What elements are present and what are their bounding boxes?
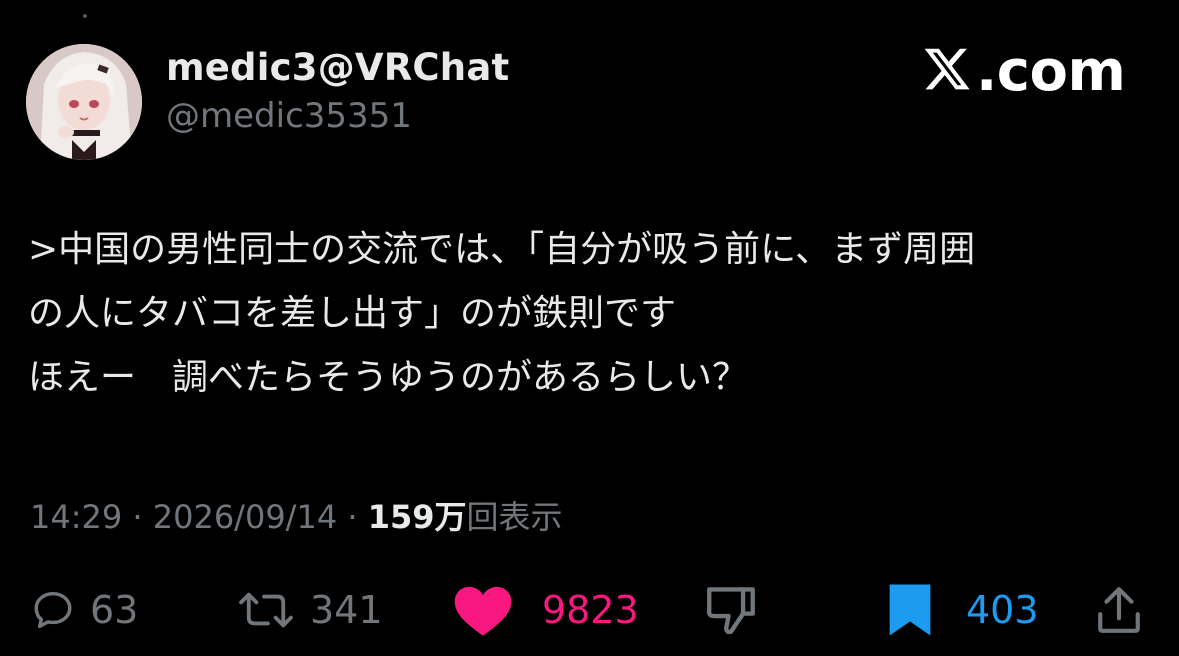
like-button[interactable]: 9823 (452, 578, 639, 642)
repost-button[interactable]: 341 (236, 578, 383, 642)
tweet-text-line: ほえー 調べたらそうゆうのがあるらしい？ (28, 357, 749, 398)
bookmark-button[interactable]: 403 (884, 578, 1039, 642)
tweet-meta: 14:29 · 2026/09/14 · 159万回表示 (30, 492, 563, 538)
tweet-text: >中国の男性同士の交流では、「自分が吸う前に、まず周囲 の人にタバコを差し出す」… (28, 218, 1158, 410)
dislike-button[interactable] (702, 578, 760, 642)
reply-bubble-icon (30, 587, 76, 633)
avatar-image (26, 44, 142, 160)
x-logo-icon (922, 44, 972, 98)
brand-text: .com (976, 38, 1126, 104)
author-handle[interactable]: @medic35351 (166, 96, 412, 136)
meta-separator: · (122, 498, 153, 536)
tweet-time[interactable]: 14:29 (30, 498, 122, 536)
avatar[interactable] (26, 44, 142, 160)
action-bar: 63 341 9823 403 (0, 578, 1179, 642)
meta-separator: · (337, 498, 368, 536)
heart-icon (452, 583, 514, 637)
reply-count: 63 (90, 588, 139, 632)
share-button[interactable] (1096, 578, 1142, 642)
status-dot (83, 14, 87, 18)
author-display-name[interactable]: medic3@VRChat (166, 46, 509, 89)
repost-count: 341 (310, 588, 383, 632)
tweet-text-line: >中国の男性同士の交流では、「自分が吸う前に、まず周囲 (28, 229, 976, 270)
repost-icon (236, 587, 296, 633)
bookmark-count: 403 (966, 588, 1039, 632)
thumbs-down-icon (702, 583, 760, 637)
reply-button[interactable]: 63 (30, 578, 138, 642)
views-label: 回表示 (466, 498, 563, 536)
like-count: 9823 (542, 588, 639, 632)
tweet-text-line: の人にタバコを差し出す」のが鉄則です (28, 293, 677, 334)
views-count: 159 (367, 498, 435, 536)
brand-watermark: .com (922, 38, 1126, 104)
views-unit: 万 (434, 498, 467, 536)
bookmark-icon (884, 582, 936, 638)
share-icon (1096, 585, 1142, 635)
tweet-date[interactable]: 2026/09/14 (153, 498, 337, 536)
